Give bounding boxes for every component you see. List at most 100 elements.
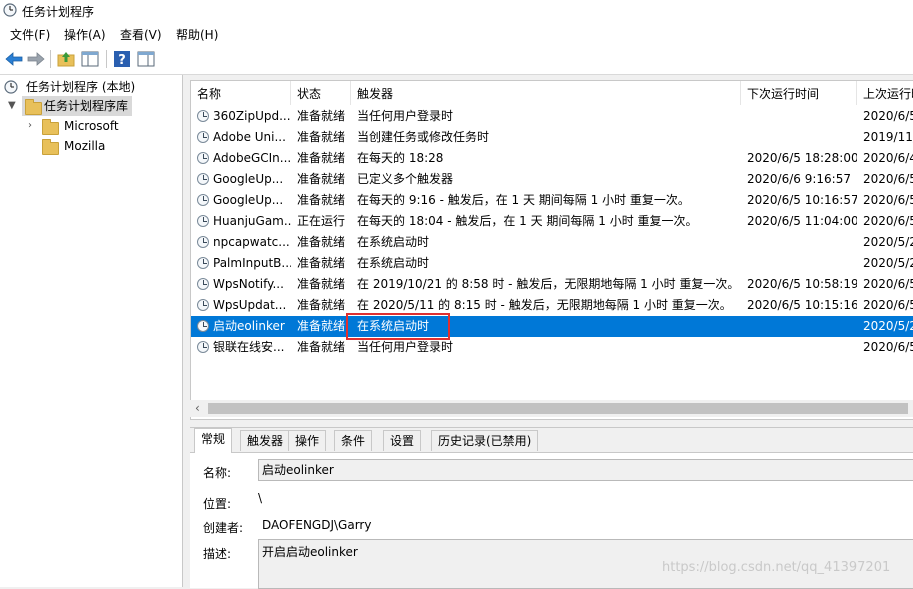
task-status-cell: 准备就绪 bbox=[297, 172, 346, 186]
task-list: 名称 状态 触发器 下次运行时间 上次运行时 360ZipUpd...准备就绪当… bbox=[190, 80, 913, 420]
task-status-cell: 准备就绪 bbox=[297, 277, 346, 291]
task-last-run-cell: 2020/6/5 bbox=[863, 214, 913, 228]
author-label: 创建者: bbox=[203, 521, 244, 535]
task-last-run-cell: 2020/6/5 bbox=[863, 298, 913, 312]
tree-item-root[interactable]: 任务计划程序 (本地) bbox=[4, 77, 180, 97]
table-row[interactable]: 启动eolinker 准备就绪 在系统启动时 2020/5/2 bbox=[191, 316, 913, 337]
task-last-run-cell: 2020/5/2 bbox=[863, 235, 913, 249]
task-clock-icon bbox=[197, 110, 209, 122]
task-name-cell: GoogleUp... bbox=[213, 193, 284, 207]
chevron-down-icon[interactable]: ▼ bbox=[8, 96, 16, 116]
task-name-cell: PalmInputB... bbox=[213, 256, 291, 270]
tab-general[interactable]: 常规 bbox=[194, 428, 233, 453]
scrollbar-thumb[interactable] bbox=[208, 403, 908, 414]
task-last-run-cell: 2020/6/5 bbox=[863, 277, 913, 291]
task-clock-icon bbox=[197, 236, 209, 248]
forward-arrow-icon[interactable] bbox=[26, 49, 46, 69]
column-header-name[interactable]: 名称 bbox=[191, 81, 291, 105]
column-header-next-run[interactable]: 下次运行时间 bbox=[741, 81, 857, 105]
task-last-run-cell: 2019/11/ bbox=[863, 130, 913, 144]
task-next-run-cell: 2020/6/5 18:28:00 bbox=[747, 151, 857, 165]
tree-item-label: Mozilla bbox=[64, 139, 106, 153]
menu-file[interactable]: 文件(F) bbox=[10, 26, 50, 43]
task-name-cell: 启动eolinker bbox=[213, 319, 285, 333]
show-hide-console-tree-icon[interactable] bbox=[80, 49, 100, 69]
location-value: \ bbox=[258, 491, 263, 505]
help-icon[interactable]: ? bbox=[112, 49, 132, 69]
task-clock-icon bbox=[197, 215, 209, 227]
task-status-cell: 准备就绪 bbox=[297, 319, 346, 333]
table-row[interactable]: 360ZipUpd... 准备就绪 当任何用户登录时 2020/6/5 bbox=[191, 106, 913, 127]
task-name-cell: Adobe Uni... bbox=[213, 130, 286, 144]
scroll-left-arrow-icon[interactable]: ‹ bbox=[195, 401, 200, 415]
tree-item-label: 任务计划程序库 bbox=[44, 99, 129, 113]
table-row[interactable]: npcapwatc... 准备就绪 在系统启动时 2020/5/2 bbox=[191, 232, 913, 253]
table-row[interactable]: AdobeGCIn... 准备就绪 在每天的 18:28 2020/6/5 18:28… bbox=[191, 148, 913, 169]
folder-icon bbox=[25, 99, 42, 115]
task-trigger-cell: 当任何用户登录时 bbox=[357, 340, 454, 354]
task-trigger-cell: 在每天的 18:28 bbox=[357, 151, 444, 165]
tab-triggers[interactable]: 触发器 bbox=[240, 430, 291, 451]
task-trigger-cell: 在系统启动时 bbox=[357, 235, 430, 249]
table-row[interactable]: GoogleUp... 准备就绪 已定义多个触发器 2020/6/6 9:16:57 2… bbox=[191, 169, 913, 190]
task-trigger-cell: 在每天的 9:16 - 触发后，在 1 天 期间每隔 1 小时 重复一次。 bbox=[357, 193, 690, 207]
task-next-run-cell: 2020/6/6 9:16:57 bbox=[747, 172, 851, 186]
task-name-cell: 银联在线安... bbox=[213, 340, 285, 354]
task-clock-icon bbox=[197, 194, 209, 206]
window-title: 任务计划程序 bbox=[22, 5, 95, 19]
menu-help[interactable]: 帮助(H) bbox=[176, 26, 218, 43]
horizontal-scrollbar[interactable]: ‹ bbox=[190, 400, 913, 417]
task-trigger-cell: 在系统启动时 bbox=[357, 256, 430, 270]
task-scheduler-icon bbox=[4, 80, 18, 94]
tab-conditions[interactable]: 条件 bbox=[334, 430, 373, 451]
task-status-cell: 正在运行 bbox=[297, 214, 346, 228]
description-label: 描述: bbox=[203, 547, 232, 561]
up-folder-icon[interactable] bbox=[56, 49, 76, 69]
task-last-run-cell: 2020/5/2 bbox=[863, 319, 913, 333]
table-row[interactable]: Adobe Uni... 准备就绪 当创建任务或修改任务时 2019/11/ bbox=[191, 127, 913, 148]
toolbar-separator bbox=[106, 50, 107, 68]
task-status-cell: 准备就绪 bbox=[297, 256, 346, 270]
column-header-last-run[interactable]: 上次运行时 bbox=[857, 81, 913, 105]
menu-action[interactable]: 操作(A) bbox=[64, 26, 106, 43]
tree-item-label: Microsoft bbox=[64, 119, 119, 133]
table-row[interactable]: PalmInputB... 准备就绪 在系统启动时 2020/5/2 bbox=[191, 253, 913, 274]
column-header-status[interactable]: 状态 bbox=[291, 81, 351, 105]
tab-settings[interactable]: 设置 bbox=[383, 430, 422, 451]
toolbar: ? bbox=[0, 44, 913, 75]
task-trigger-cell: 已定义多个触发器 bbox=[357, 172, 454, 186]
column-header-trigger[interactable]: 触发器 bbox=[351, 81, 741, 105]
folder-icon bbox=[42, 139, 59, 155]
back-arrow-icon[interactable] bbox=[4, 49, 24, 69]
tab-actions[interactable]: 操作 bbox=[288, 430, 327, 451]
table-row[interactable]: WpsUpdat... 准备就绪在 2020/5/11 的 8:15 时 - 触发… bbox=[191, 295, 913, 316]
task-clock-icon bbox=[197, 173, 209, 185]
task-trigger-cell: 在系统启动时 bbox=[357, 319, 430, 333]
tree-item-mozilla[interactable]: Mozilla bbox=[42, 136, 162, 156]
folder-icon bbox=[42, 119, 59, 135]
task-status-cell: 准备就绪 bbox=[297, 109, 346, 123]
name-field[interactable]: 启动eolinker bbox=[258, 459, 913, 481]
table-row[interactable]: 银联在线安... 准备就绪 当任何用户登录时 2020/6/5 bbox=[191, 337, 913, 358]
task-name-cell: 360ZipUpd... bbox=[213, 109, 291, 123]
table-row[interactable]: GoogleUp... 准备就绪 在每天的 9:16 - 触发后，在 1 天 期间每… bbox=[191, 190, 913, 211]
tab-strip: 常规 触发器 操作 条件 设置 历史记录(已禁用) bbox=[190, 428, 913, 453]
task-clock-icon bbox=[197, 257, 209, 269]
task-trigger-cell: 当创建任务或修改任务时 bbox=[357, 130, 490, 144]
chevron-right-icon[interactable]: › bbox=[28, 116, 32, 136]
task-status-cell: 准备就绪 bbox=[297, 130, 346, 144]
task-name-cell: WpsNotify... bbox=[213, 277, 284, 291]
menu-view[interactable]: 查看(V) bbox=[120, 26, 162, 43]
task-name-cell: npcapwatc... bbox=[213, 235, 290, 249]
tree-item-microsoft[interactable]: › Microsoft bbox=[28, 116, 162, 136]
tree-item-label: 任务计划程序 (本地) bbox=[26, 80, 136, 94]
table-row[interactable]: WpsNotify... 准备就绪在 2019/10/21 的 8:58 时 - … bbox=[191, 274, 913, 295]
task-clock-icon bbox=[197, 131, 209, 143]
table-row[interactable]: HuanjuGam... 正在运行 在每天的 18:04 - 触发后，在 1 天 期… bbox=[191, 211, 913, 232]
tab-history[interactable]: 历史记录(已禁用) bbox=[431, 430, 539, 451]
name-label: 名称: bbox=[203, 466, 232, 480]
task-clock-icon bbox=[197, 299, 209, 311]
tree-item-library[interactable]: ▼ 任务计划程序库 bbox=[8, 96, 132, 116]
show-hide-action-pane-icon[interactable] bbox=[136, 49, 156, 69]
title-bar: 任务计划程序 bbox=[0, 0, 913, 22]
